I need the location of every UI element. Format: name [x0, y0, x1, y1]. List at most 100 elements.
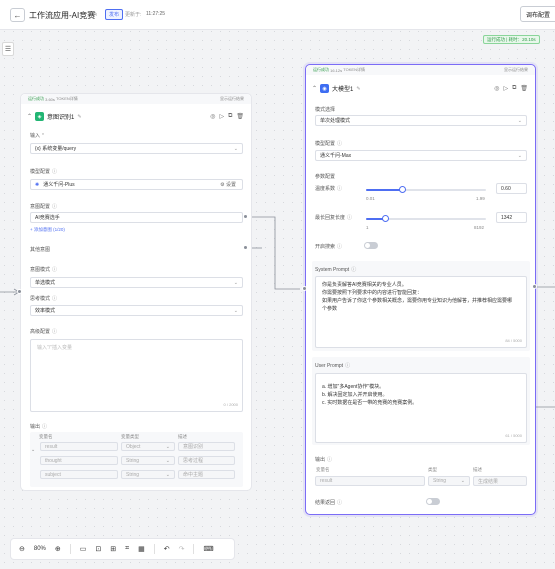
max-length-min: 1 — [366, 225, 369, 230]
model-label: 模型配置 ⓘ — [315, 141, 343, 147]
chevron-up-icon[interactable]: ⌃ — [312, 85, 317, 92]
output-table: 变量名 变量类型 描述 ⌄ result Object ⌄ 意图识别 though… — [30, 432, 243, 487]
copy-icon[interactable]: ⧉ — [228, 113, 232, 120]
char-count: 0 / 2000 — [223, 402, 238, 407]
redo-icon[interactable]: ↷ — [179, 545, 185, 553]
output-name-field: subject — [40, 470, 118, 479]
undo-icon[interactable]: ↶ — [164, 545, 170, 553]
intent-input[interactable]: AI竞赛选手 — [30, 212, 243, 223]
intent-mode-select[interactable]: 单选模式 ⌄ — [30, 277, 243, 288]
arrange-icon[interactable]: ⌗ — [125, 545, 129, 553]
target-icon[interactable]: ◎ — [494, 85, 499, 92]
llm-output-port[interactable] — [532, 284, 537, 289]
output-label: 输出 ⓘ — [315, 457, 333, 463]
output-label: 输出 ⓘ — [30, 424, 48, 430]
max-length-max: 8192 — [474, 225, 485, 230]
input-label: 输入 * — [30, 133, 44, 139]
node-run-header: 运行成功 16.12s TOKEN详情 显示运行结果 — [306, 65, 535, 75]
copy-icon[interactable]: ⧉ — [512, 85, 516, 92]
model-label: 模型配置 ⓘ — [30, 169, 58, 175]
output-name-field: result — [315, 476, 425, 486]
token-detail-link[interactable]: TOKEN详情 — [56, 96, 78, 102]
intent-icon: ◈ — [35, 112, 45, 121]
advanced-config-textarea[interactable]: 输入"/"插入变量 0 / 2000 — [30, 339, 243, 412]
llm-input-port[interactable] — [302, 286, 307, 291]
run-status-badge: 运行成功 | 耗时：20.10s — [483, 35, 540, 44]
max-length-slider[interactable] — [366, 215, 486, 222]
temperature-input[interactable]: 0.60 — [496, 183, 527, 194]
delete-icon[interactable]: 🗑 — [520, 85, 528, 92]
run-status-text: 运行成功 — [313, 67, 329, 72]
temperature-max: 1.99 — [476, 196, 485, 201]
updated-time: 11:27:25 — [146, 11, 166, 17]
model-icon: ✺ — [35, 181, 40, 188]
output-desc-field: 生成结果 — [473, 476, 527, 486]
add-intent-link[interactable]: + 添加意图 (1/20) — [30, 227, 65, 233]
other-intent-label: 其他意图 — [30, 247, 51, 253]
token-detail-link[interactable]: TOKEN详情 — [343, 67, 365, 73]
arrow-left-icon: ← — [13, 10, 22, 20]
output-type-select: String ⌄ — [121, 470, 175, 479]
run-time: 16.12s — [330, 67, 343, 73]
result-return-toggle[interactable] — [426, 498, 440, 505]
canvas-toolbar: ⊖ 80% ⊕ ▭ ⊡ ⊞ ⌗ ▦ ↶ ↷ ⌨ — [10, 538, 235, 560]
node-title-row: ⌃ ◉ 大模型1 ✎ — [312, 84, 361, 93]
zoom-in-icon[interactable]: ⊕ — [55, 545, 61, 553]
model-settings-button[interactable]: ⚙ 设置 — [220, 181, 236, 188]
fit-view-icon[interactable]: ⊡ — [95, 545, 101, 553]
intent-output-port[interactable] — [243, 214, 248, 219]
intent-config-label: 意图配置 ⓘ — [30, 204, 58, 210]
chevron-down-icon[interactable]: ⌄ — [31, 447, 35, 453]
target-icon[interactable]: ◎ — [210, 113, 215, 120]
other-intent-output-port[interactable] — [243, 245, 248, 250]
edit-icon[interactable]: ✎ — [92, 10, 98, 18]
user-prompt-label: User Prompt ⓘ — [315, 363, 351, 369]
output-type-select: String ⌄ — [121, 456, 175, 465]
play-icon[interactable]: ▷ — [503, 85, 508, 92]
keyboard-icon[interactable]: ⌨ — [203, 545, 213, 553]
node-title: 意图识别1 — [47, 115, 75, 121]
layout-icon[interactable]: ⊞ — [110, 545, 116, 553]
system-prompt-label: System Prompt ⓘ — [315, 267, 357, 273]
output-desc-field: 思考过程 — [178, 456, 235, 465]
edit-icon[interactable]: ✎ — [77, 114, 81, 120]
back-button[interactable]: ← — [10, 8, 25, 22]
advanced-config-label: 高级配置 ⓘ — [30, 329, 58, 335]
chevron-up-icon[interactable]: ⌃ — [27, 113, 32, 120]
system-prompt-textarea[interactable]: 你是负责解答AI竞赛相关的专业人员。 你需要按照下列要求中的内容进行智能回复： … — [315, 276, 527, 348]
edit-icon[interactable]: ✎ — [356, 86, 360, 92]
input-select[interactable]: {x} 系统变量/query ⌄ — [30, 143, 243, 154]
model-select[interactable]: ✺ 通义千问-Plus ⚙ 设置 — [30, 179, 243, 190]
intent-mode-label: 意图模式 ⓘ — [30, 267, 58, 273]
publish-config-button[interactable]: 调布配置 — [520, 6, 555, 22]
slider-handle[interactable] — [381, 215, 389, 222]
grid-icon[interactable]: ▦ — [138, 545, 145, 553]
sidebar-toggle-button[interactable]: ☰ — [2, 42, 14, 56]
max-length-input[interactable]: 1342 — [496, 212, 527, 223]
show-result-link[interactable]: 显示运行结果 — [220, 96, 244, 102]
model-select[interactable]: 通义千问-Max ⌄ — [315, 150, 527, 161]
mode-select[interactable]: 单次处理模式 ⌄ — [315, 115, 527, 126]
search-toggle[interactable] — [364, 242, 378, 249]
zoom-out-icon[interactable]: ⊖ — [19, 545, 25, 553]
status-badge: 发布 — [105, 9, 124, 20]
screen-icon[interactable]: ▭ — [80, 545, 87, 553]
char-count: 61 / 5000 — [505, 433, 522, 438]
node-run-header: 运行成功 3.60s TOKEN详情 显示运行结果 — [21, 94, 251, 104]
show-result-link[interactable]: 显示运行结果 — [504, 67, 528, 73]
node-title: 大模型1 — [332, 87, 354, 93]
delete-icon[interactable]: 🗑 — [236, 113, 244, 120]
think-mode-select[interactable]: 效率模式 ⌄ — [30, 305, 243, 316]
play-icon[interactable]: ▷ — [219, 113, 224, 120]
llm-node[interactable]: 运行成功 16.12s TOKEN详情 显示运行结果 ⌃ ◉ 大模型1 ✎ ◎ … — [305, 64, 536, 515]
slider-handle[interactable] — [398, 186, 406, 193]
think-mode-label: 思考模式 ⓘ — [30, 296, 58, 302]
run-status-text: 运行成功 — [28, 96, 44, 101]
zoom-level: 80% — [33, 546, 46, 552]
intent-node[interactable]: 运行成功 3.60s TOKEN详情 显示运行结果 ⌃ ◈ 意图识别1 ✎ ◎ … — [20, 93, 252, 491]
search-label: 开启搜索 ⓘ — [315, 244, 343, 250]
max-length-label: 最长回复长度 ⓘ — [315, 215, 353, 221]
temperature-slider[interactable] — [366, 186, 486, 193]
user-prompt-textarea[interactable]: a. 增加"多Agent协作"模块。 b. 解决固定加入并开启使用。 c. 实时… — [315, 373, 527, 443]
intent-input-port[interactable] — [17, 289, 22, 294]
